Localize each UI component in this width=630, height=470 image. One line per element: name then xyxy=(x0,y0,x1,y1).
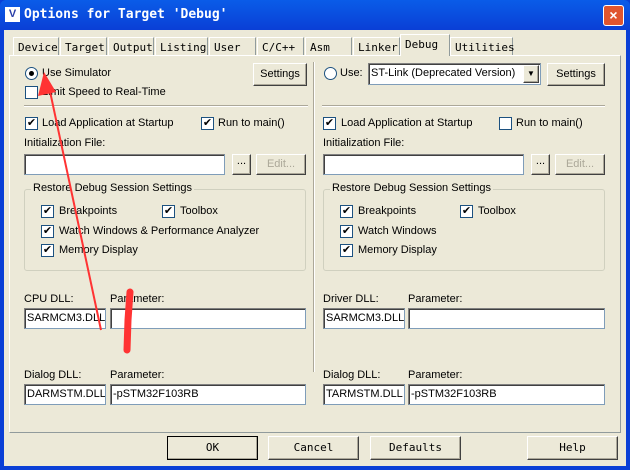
tab-debug[interactable]: Debug xyxy=(400,34,450,56)
red-annotation xyxy=(38,72,134,354)
arrow-line xyxy=(47,81,102,331)
arrow-head xyxy=(38,72,56,96)
annotation-stroke xyxy=(123,288,134,354)
